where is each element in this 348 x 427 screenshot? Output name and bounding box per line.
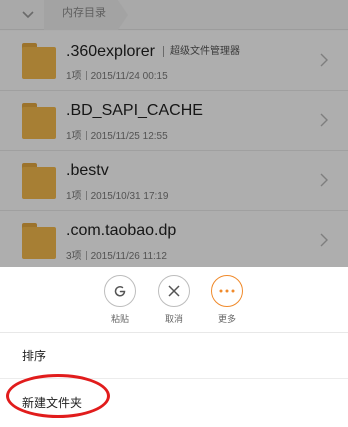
more-button[interactable]: 更多 <box>205 275 249 331</box>
close-icon <box>158 275 190 307</box>
action-bar: 粘贴 取消 更多 <box>0 267 348 333</box>
bottom-sheet: 粘贴 取消 更多 排序 新建文件夹 <box>0 267 348 427</box>
menu-item-new-folder[interactable]: 新建文件夹 <box>0 380 348 426</box>
dim-overlay[interactable] <box>0 0 348 267</box>
more-dots-icon <box>211 275 243 307</box>
paste-label: 粘贴 <box>110 314 129 324</box>
paste-button[interactable]: 粘贴 <box>98 275 142 331</box>
paste-icon <box>104 275 136 307</box>
cancel-label: 取消 <box>164 314 183 324</box>
more-label: 更多 <box>217 314 236 324</box>
menu-item-sort[interactable]: 排序 <box>0 333 348 379</box>
cancel-button[interactable]: 取消 <box>152 275 196 331</box>
